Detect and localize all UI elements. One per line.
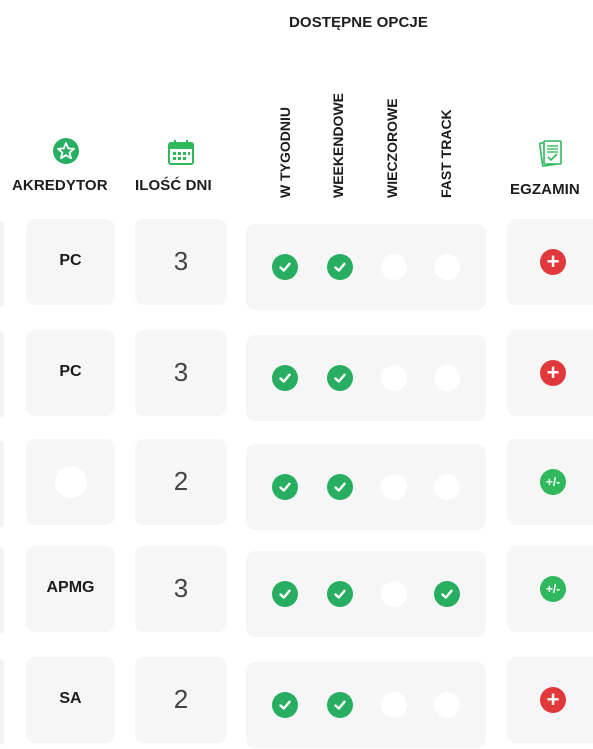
check-icon-weekend <box>327 474 353 500</box>
row-edge <box>0 659 4 745</box>
options-cell <box>246 444 486 530</box>
plus-minus-icon: +/- <box>540 469 566 495</box>
accreditor-label: SA <box>59 690 82 707</box>
days-cell: 2 <box>135 657 227 743</box>
exam-cell: +/- <box>507 439 593 525</box>
empty-indicator-evening <box>381 254 407 280</box>
star-badge-icon <box>53 138 79 169</box>
empty-indicator-evening <box>381 474 407 500</box>
exam-cell: + <box>507 657 593 743</box>
days-value: 3 <box>173 573 189 603</box>
check-icon-weekend <box>327 254 353 280</box>
calendar-icon <box>167 138 195 171</box>
days-value: 3 <box>173 357 189 387</box>
check-icon-fast-track <box>434 581 460 607</box>
accreditor-cell <box>26 439 115 525</box>
days-cell: 3 <box>135 219 227 305</box>
exam-document-icon <box>538 138 564 173</box>
option-header-evening: WIECZOROWE <box>384 98 400 198</box>
days-cell: 3 <box>135 330 227 416</box>
days-column-title: ILOŚĆ DNI <box>135 177 212 194</box>
check-icon-weekday <box>272 692 298 718</box>
check-icon-weekend <box>327 692 353 718</box>
options-section-title: DOSTĘPNE OPCJE <box>289 14 428 31</box>
exam-cell: + <box>507 219 593 305</box>
option-header-weekday: W TYGODNIU <box>277 107 293 198</box>
plus-icon: + <box>540 687 566 713</box>
check-icon-weekday <box>272 254 298 280</box>
check-icon-weekend <box>327 581 353 607</box>
options-cell <box>246 551 486 637</box>
empty-indicator-fast-track <box>434 474 460 500</box>
table-row: 2 +/- <box>0 439 593 531</box>
exam-cell: + <box>507 330 593 416</box>
options-cell <box>246 662 486 748</box>
check-icon-weekday <box>272 474 298 500</box>
days-value: 3 <box>173 246 189 276</box>
row-edge <box>0 441 4 527</box>
check-icon-weekday <box>272 581 298 607</box>
days-cell: 2 <box>135 439 227 525</box>
table-row: SA 2 + <box>0 657 593 749</box>
plus-minus-icon: +/- <box>540 576 566 602</box>
empty-indicator-fast-track <box>434 365 460 391</box>
table-row: PC 3 + <box>0 219 593 311</box>
empty-indicator-fast-track <box>434 692 460 718</box>
accreditor-label: APMG <box>46 579 95 596</box>
table-row: PC 3 + <box>0 330 593 422</box>
check-icon-weekend <box>327 365 353 391</box>
option-header-weekend: WEEKENDOWE <box>330 93 346 198</box>
plus-icon: + <box>540 360 566 386</box>
accreditor-cell: SA <box>26 657 115 743</box>
accreditor-label: PC <box>59 252 82 269</box>
empty-indicator-evening <box>381 581 407 607</box>
days-value: 2 <box>173 466 189 496</box>
check-icon-weekday <box>272 365 298 391</box>
table-row: APMG 3 +/- <box>0 546 593 638</box>
plus-icon: + <box>540 249 566 275</box>
accreditor-label: PC <box>59 363 82 380</box>
empty-indicator-fast-track <box>434 254 460 280</box>
accreditor-cell: APMG <box>26 546 115 632</box>
exam-cell: +/- <box>507 546 593 632</box>
empty-indicator-evening <box>381 365 407 391</box>
options-cell <box>246 224 486 310</box>
option-header-fast-track: FAST TRACK <box>438 109 454 198</box>
accreditor-column-title: AKREDYTOR <box>12 177 108 194</box>
days-value: 2 <box>173 684 189 714</box>
options-cell <box>246 335 486 421</box>
row-edge <box>0 548 4 634</box>
row-edge <box>0 221 4 307</box>
exam-column-title: EGZAMIN <box>510 181 580 198</box>
days-cell: 3 <box>135 546 227 632</box>
empty-indicator-evening <box>381 692 407 718</box>
accreditor-placeholder <box>54 466 87 498</box>
accreditor-cell: PC <box>26 330 115 416</box>
row-edge <box>0 332 4 418</box>
accreditor-cell: PC <box>26 219 115 305</box>
